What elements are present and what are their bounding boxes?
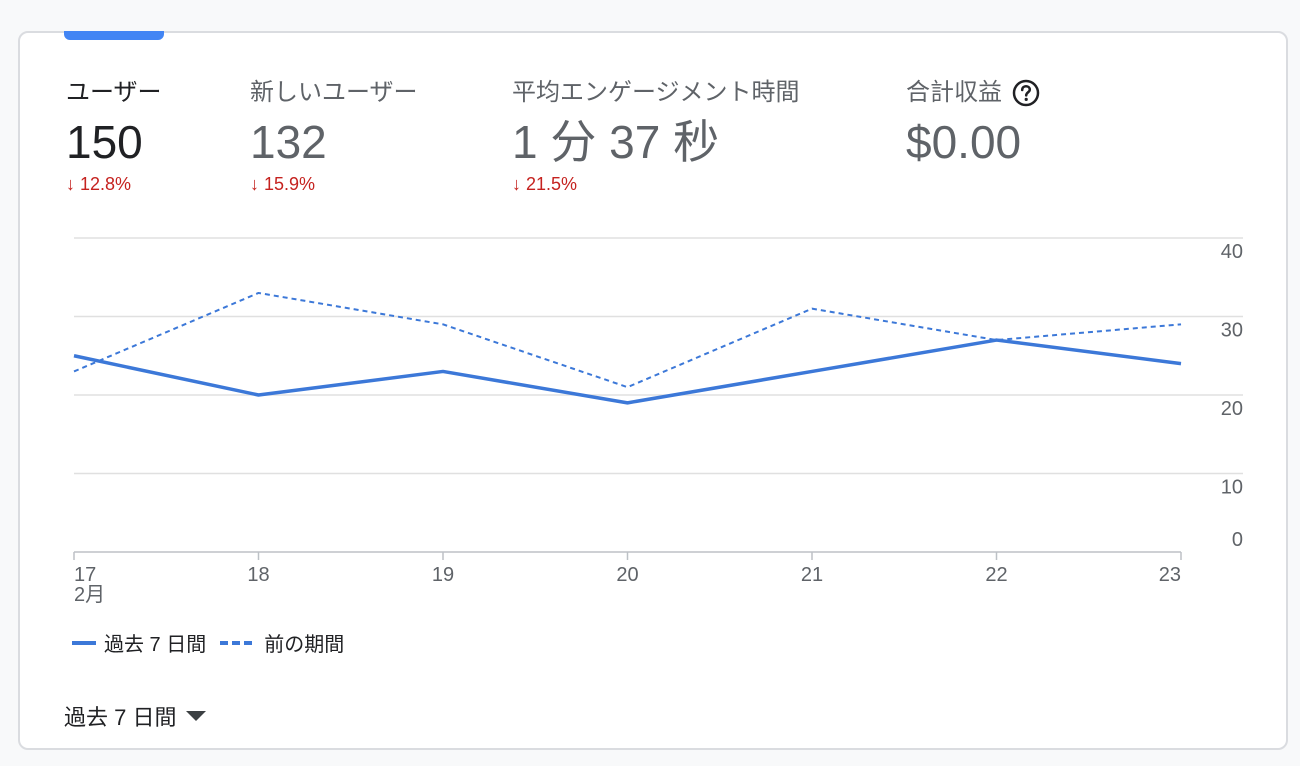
x-tick-label: 22	[985, 564, 1007, 586]
y-tick-label: 0	[1232, 529, 1243, 551]
x-tick-label: 20	[616, 564, 638, 586]
legend-solid-line	[72, 640, 96, 645]
chart-legend: 過去 7 日間 前の期間	[72, 628, 344, 657]
y-tick-label: 20	[1221, 398, 1243, 420]
date-range-dropdown[interactable]: 過去 7 日間	[64, 700, 207, 732]
previous-period-line	[73, 291, 1182, 389]
y-tick-label: 10	[1221, 477, 1243, 499]
date-range-label: 過去 7 日間	[64, 705, 177, 730]
legend-dashed-line	[220, 640, 253, 645]
y-tick-label: 40	[1221, 241, 1243, 263]
x-tick-label: 18	[247, 564, 269, 586]
legend-previous-label: 前の期間	[264, 634, 345, 656]
x-tick-label: 23	[1159, 564, 1181, 586]
chevron-down-icon	[186, 711, 207, 721]
x-month-label: 2月	[74, 584, 105, 606]
x-tick-label: 19	[432, 564, 454, 586]
legend-current-label: 過去 7 日間	[104, 634, 207, 656]
y-tick-label: 30	[1221, 320, 1243, 342]
current-period-line	[73, 338, 1182, 405]
x-tick-label: 21	[801, 564, 823, 586]
x-tick-label: 17	[74, 564, 96, 586]
